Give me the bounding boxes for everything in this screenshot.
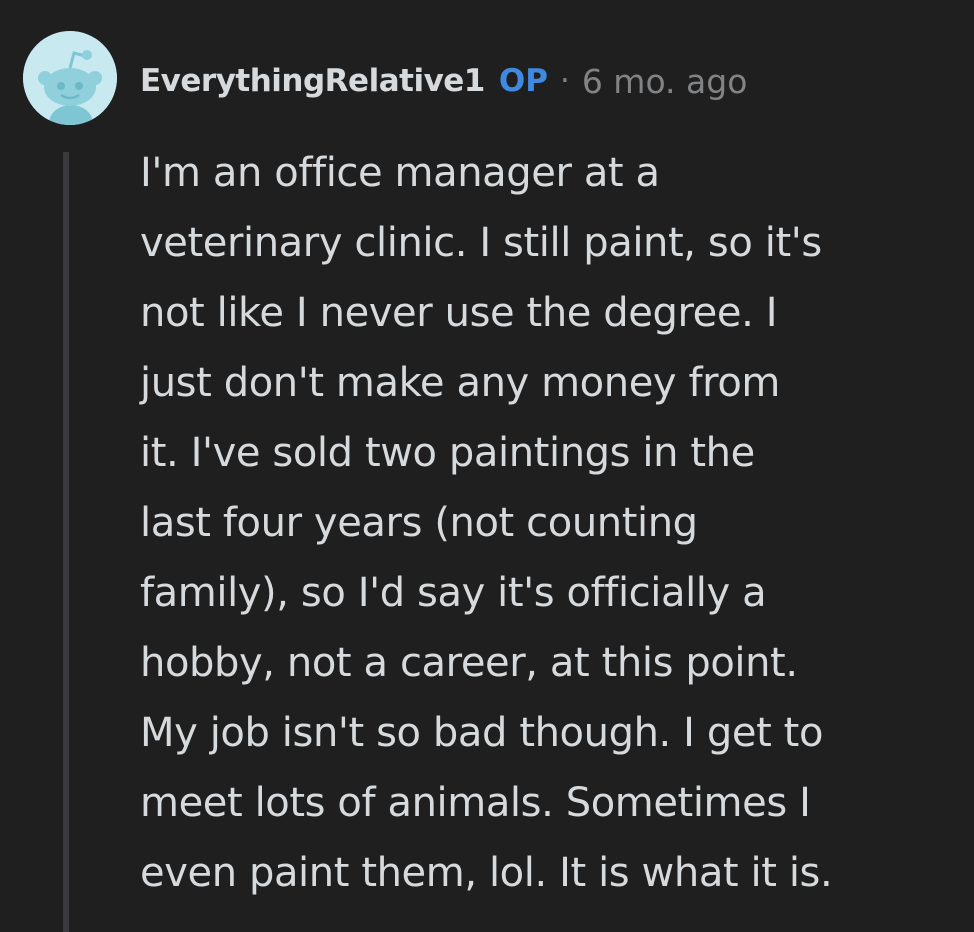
comment-body-line: even paint them, lol. It is what it is. [140, 850, 833, 896]
avatar[interactable] [23, 31, 117, 125]
comment-body-line: just don't make any money from [140, 360, 780, 406]
comment-body: I'm an office manager at a veterinary cl… [140, 138, 950, 908]
comment: EverythingRelative1 OP · 6 mo. ago I'm a… [0, 0, 974, 932]
comment-body-line: veterinary clinic. I still paint, so it'… [140, 220, 822, 266]
op-badge: OP [498, 63, 548, 99]
separator-dot: · [559, 63, 570, 99]
comment-body-line: meet lots of animals. Sometimes I [140, 780, 811, 826]
comment-body-line: hobby, not a career, at this point. [140, 640, 798, 686]
comment-body-line: not like I never use the degree. I [140, 290, 778, 336]
comment-body-line: it. I've sold two paintings in the [140, 430, 755, 476]
comment-body-line: I'm an office manager at a [140, 150, 660, 196]
comment-body-line: family), so I'd say it's officially a [140, 570, 767, 616]
comment-body-line: last four years (not counting [140, 500, 698, 546]
comment-body-line: My job isn't so bad though. I get to [140, 710, 824, 756]
thread-collapse-line[interactable] [63, 152, 69, 932]
reddit-snoo-avatar-icon [23, 31, 117, 125]
username-link[interactable]: EverythingRelative1 [140, 63, 485, 99]
timestamp-link[interactable]: 6 mo. ago [582, 62, 748, 101]
comment-header: EverythingRelative1 OP · 6 mo. ago [140, 58, 747, 104]
